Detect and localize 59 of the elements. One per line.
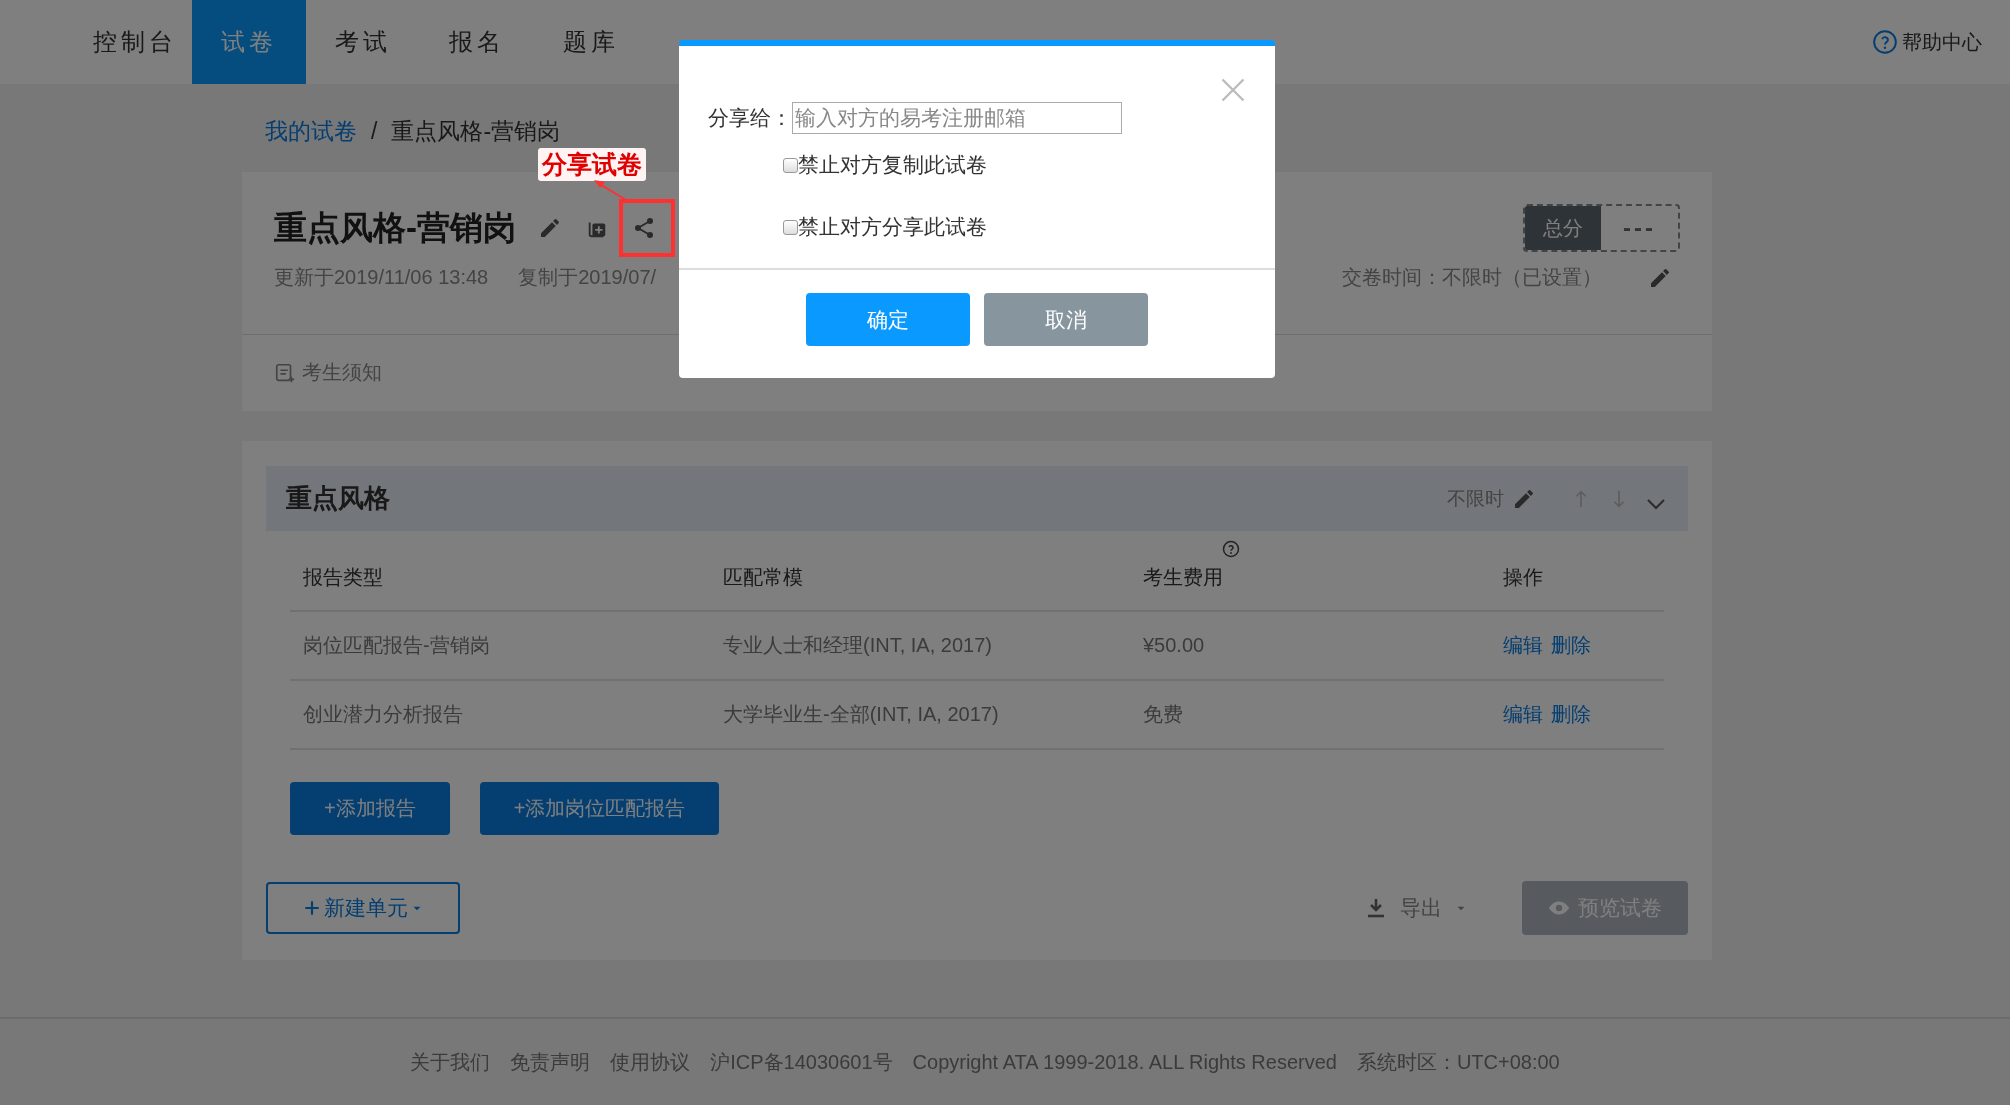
icp-number[interactable]: 沪ICP备14030601号 xyxy=(710,1048,893,1076)
action-link[interactable]: 编辑 xyxy=(1503,632,1543,659)
plus-icon xyxy=(302,898,322,918)
nav-tab[interactable]: 控制台 xyxy=(78,0,192,84)
column-header: 考生费用 xyxy=(1143,566,1223,588)
new-unit-button[interactable]: 新建单元 xyxy=(266,882,460,934)
add-report-button[interactable]: +添加岗位匹配报告 xyxy=(479,782,720,835)
export-button[interactable]: 导出 xyxy=(1364,894,1468,922)
footer-link[interactable]: 免责声明 xyxy=(510,1048,591,1076)
table-cell: 免费 xyxy=(1143,703,1183,725)
deadline-text: 交卷时间：不限时（已设置） xyxy=(1342,265,1602,290)
help-icon xyxy=(1872,29,1898,55)
checkbox-label: 禁止对方复制此试卷 xyxy=(798,152,987,178)
pencil-icon xyxy=(538,216,562,240)
checkbox[interactable] xyxy=(783,219,798,235)
help-icon xyxy=(1222,540,1240,558)
section-title: 重点风格 xyxy=(286,482,390,515)
copied-time: 复制于2019/07/ xyxy=(518,265,657,290)
total-value: --- xyxy=(1622,213,1657,243)
action-link[interactable]: 删除 xyxy=(1551,701,1591,728)
nav-tab[interactable]: 报名 xyxy=(420,0,534,84)
close-icon[interactable] xyxy=(1219,76,1247,104)
column-header: 操作 xyxy=(1503,566,1543,588)
table-cell: 大学毕业生-全部(INT, IA, 2017) xyxy=(723,703,999,725)
footer-link[interactable]: 关于我们 xyxy=(410,1048,491,1076)
action-link[interactable]: 编辑 xyxy=(1503,701,1543,728)
checkbox-label: 禁止对方分享此试卷 xyxy=(798,214,987,240)
action-link[interactable]: 删除 xyxy=(1551,632,1591,659)
cancel-button[interactable]: 取消 xyxy=(984,293,1148,346)
nav-tab[interactable]: 试卷 xyxy=(192,0,306,84)
table-cell: ¥50.00 xyxy=(1143,634,1205,656)
exam-notice-link[interactable]: 考生须知 xyxy=(302,359,382,386)
updated-time: 更新于2019/11/06 13:48 xyxy=(274,265,489,290)
copyright-text: Copyright ATA 1999-2018. ALL Rights Reserved xyxy=(912,1050,1337,1074)
help-link[interactable]: 帮助中心 xyxy=(1902,28,1982,56)
email-input-field[interactable]: 输入对方的易考注册邮箱 xyxy=(792,102,1122,134)
total-label: 总分 xyxy=(1525,206,1601,250)
table-cell: 专业人士和经理(INT, IA, 2017) xyxy=(723,634,992,656)
highlight-box xyxy=(619,199,675,257)
breadcrumb-link[interactable]: 我的试卷 xyxy=(265,115,357,147)
breadcrumb-current: 重点风格-营销岗 xyxy=(391,116,561,146)
checkbox[interactable] xyxy=(783,157,798,173)
add-report-button[interactable]: +添加报告 xyxy=(290,782,450,835)
column-header: 报告类型 xyxy=(303,566,383,588)
footer-link[interactable]: 使用协议 xyxy=(610,1048,691,1076)
annotation-arrow xyxy=(592,178,628,202)
notice-icon xyxy=(274,361,296,384)
share-to-label: 分享给： xyxy=(708,105,792,131)
table-cell: 岗位匹配报告-营销岗 xyxy=(303,634,490,656)
paper-title: 重点风格-营销岗 xyxy=(274,207,516,248)
nav-tab[interactable]: 考试 xyxy=(306,0,420,84)
breadcrumb-separator: / xyxy=(371,117,378,145)
confirm-button[interactable]: 确定 xyxy=(806,293,970,346)
column-header: 匹配常模 xyxy=(723,566,803,588)
share-icon xyxy=(632,216,656,240)
timezone-text: 系统时区：UTC+08:00 xyxy=(1356,1049,1560,1075)
annotation-label: 分享试卷 xyxy=(538,148,646,181)
table-cell: 创业潜力分析报告 xyxy=(303,703,463,725)
nav-tab[interactable]: 题库 xyxy=(534,0,648,84)
